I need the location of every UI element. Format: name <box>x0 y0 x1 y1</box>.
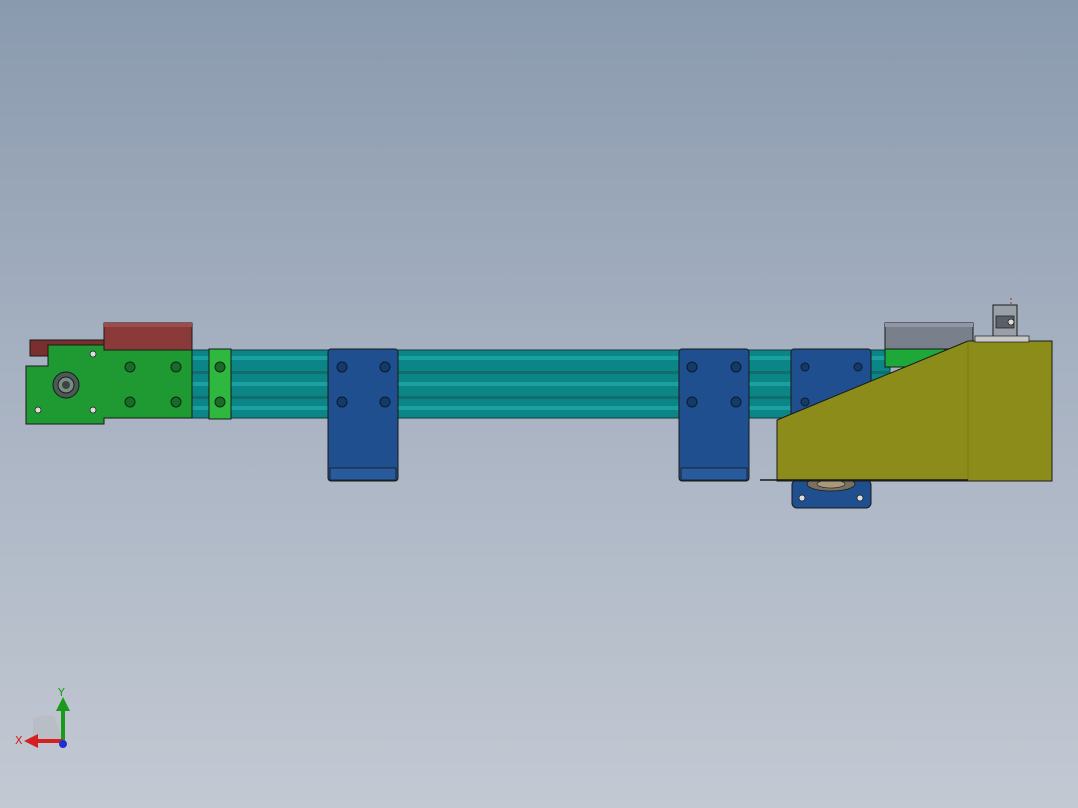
sensor-bracket[interactable] <box>974 298 1030 343</box>
mount-bracket-2[interactable] <box>678 348 750 482</box>
x-arrow-head <box>24 734 38 748</box>
y-arrow-head <box>56 697 70 711</box>
z-axis-dot <box>59 740 67 748</box>
aluminum-rail[interactable] <box>189 349 891 419</box>
drive-end-plate[interactable] <box>25 344 193 425</box>
y-axis-label: Y <box>57 686 65 699</box>
rail-clamp-left[interactable] <box>208 348 232 420</box>
x-axis-label: X <box>15 734 23 747</box>
graphics-viewport[interactable]: Y X <box>0 0 1078 808</box>
bearing-block[interactable] <box>791 476 872 509</box>
conveyor-model[interactable] <box>0 0 1078 808</box>
orientation-triad[interactable]: Y X <box>10 684 80 756</box>
mount-bracket-1[interactable] <box>327 348 399 482</box>
